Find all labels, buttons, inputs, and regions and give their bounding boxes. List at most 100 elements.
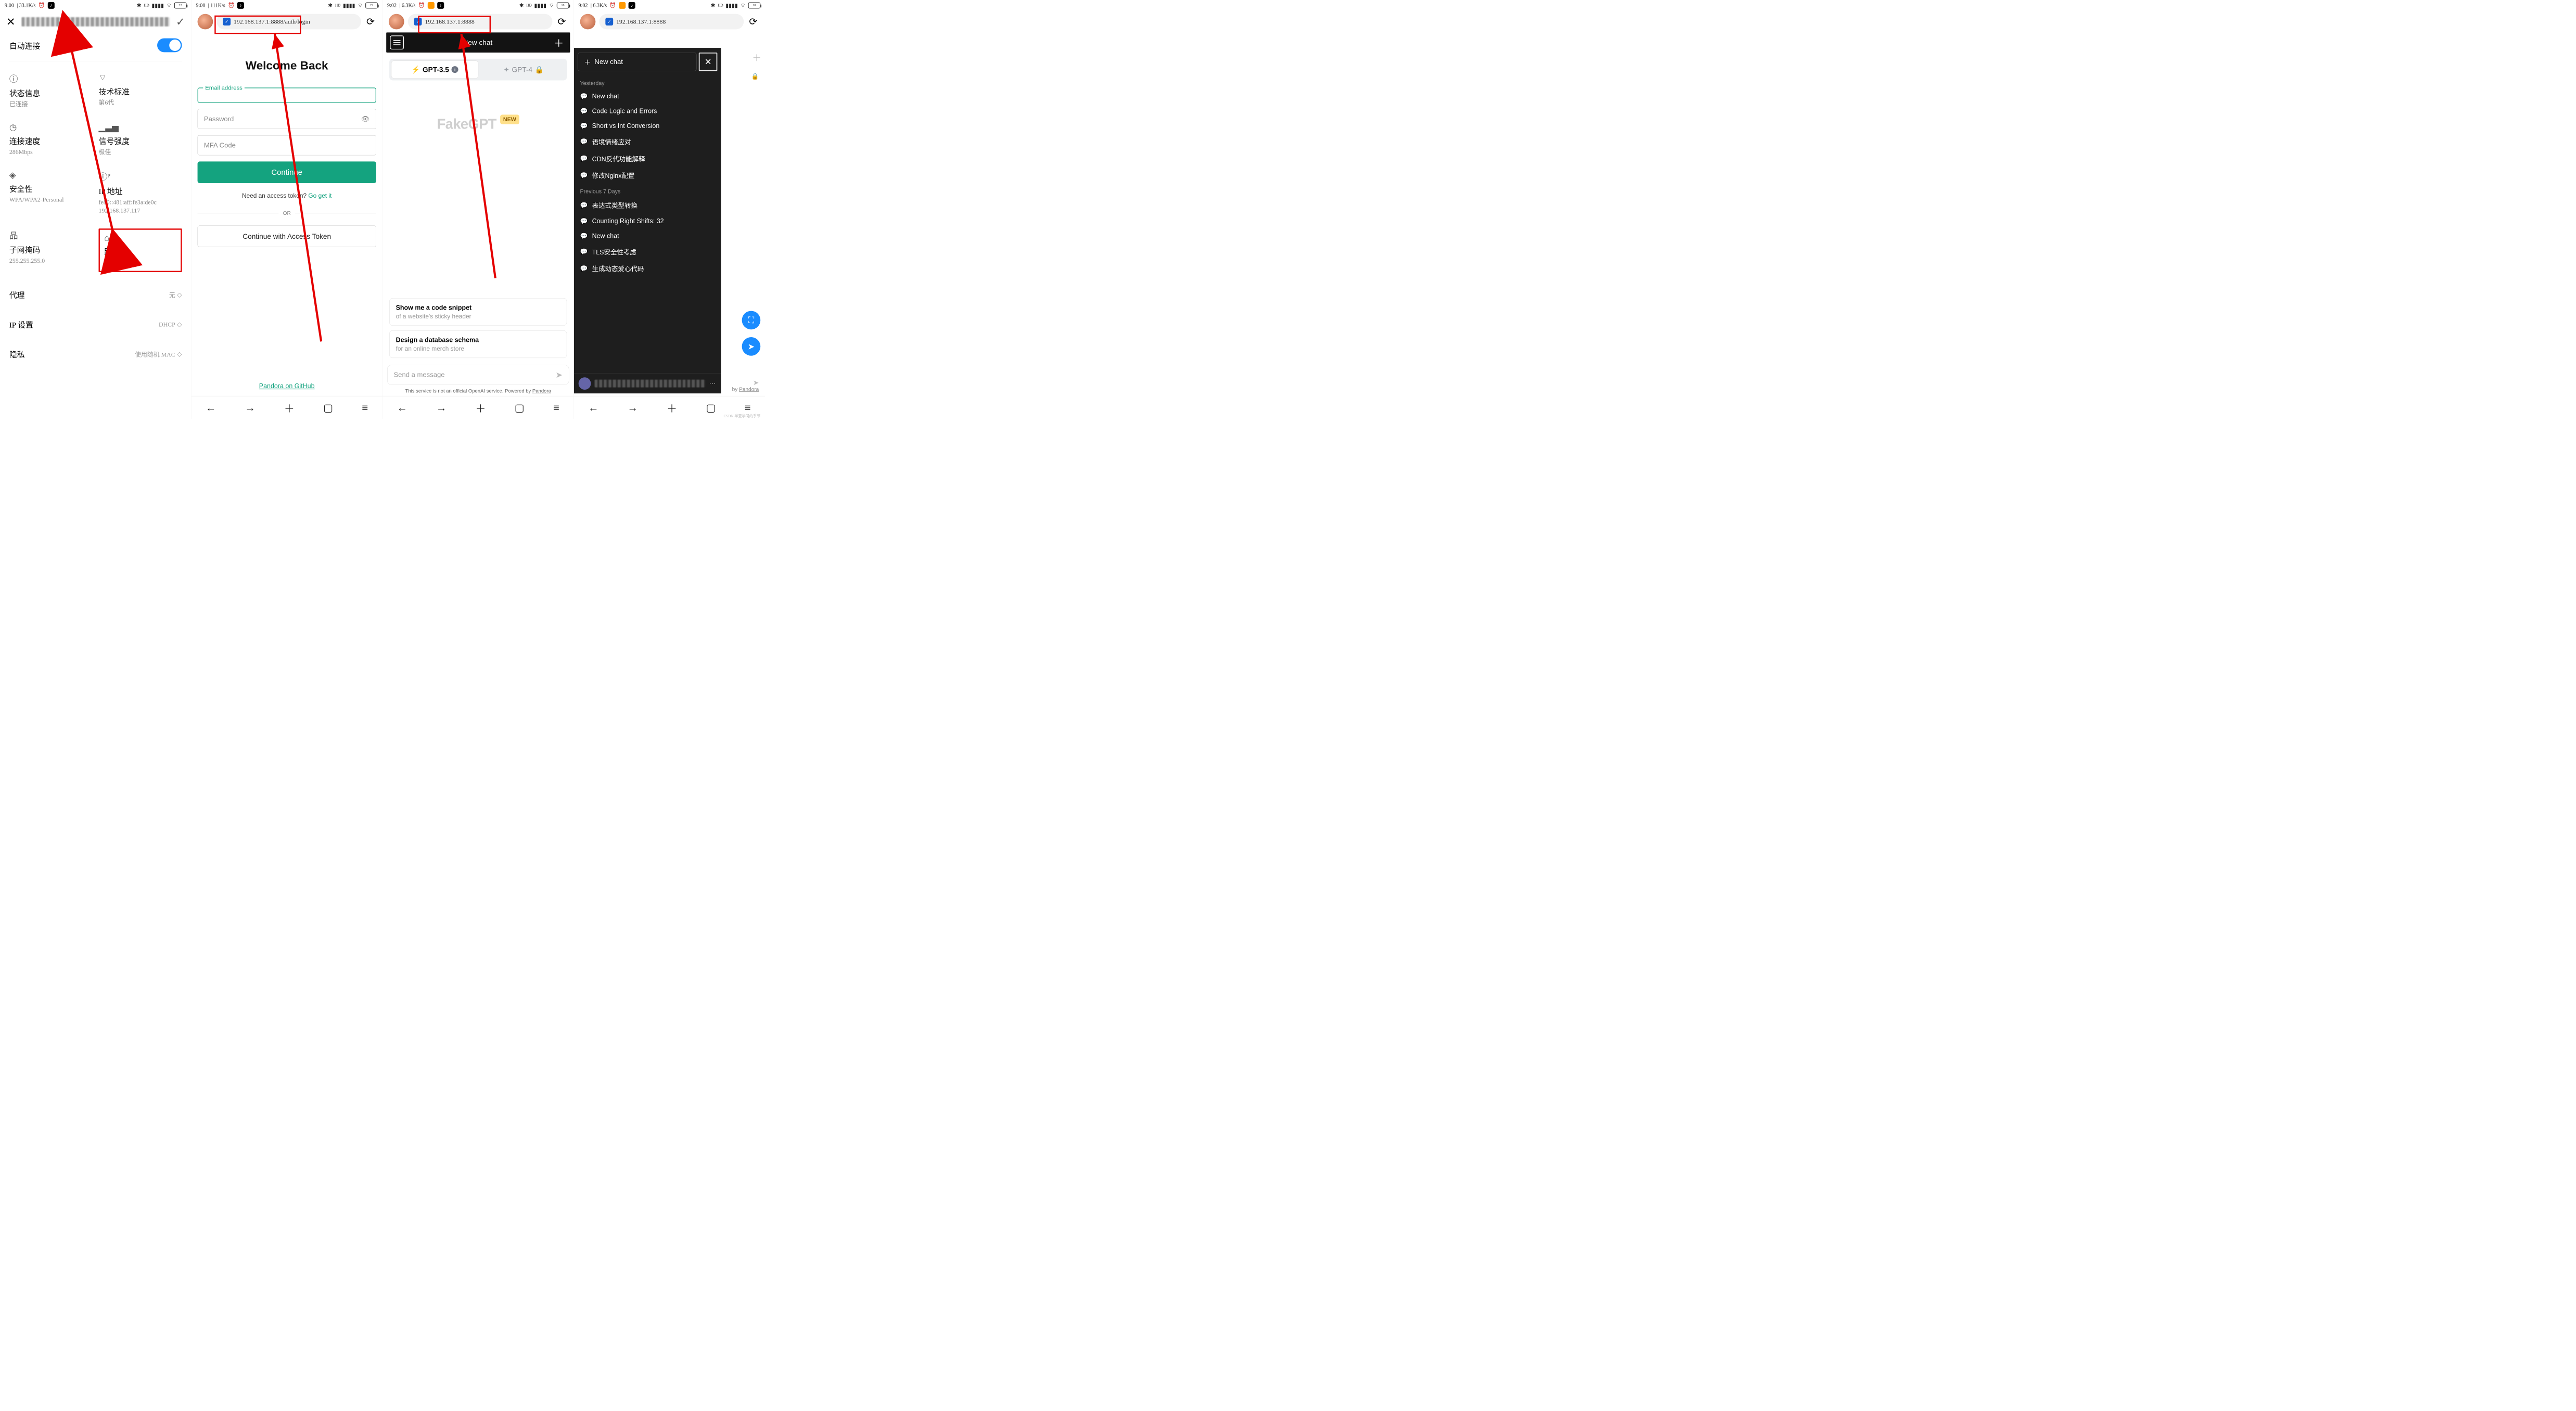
tile-router: ⌂ 路由器 192.168.137.1 xyxy=(99,228,182,272)
conversation-item[interactable]: 💬Counting Right Shifts: 32 xyxy=(574,213,721,228)
alarm-icon: ⏰ xyxy=(609,2,616,8)
reload-icon[interactable]: ⟳ xyxy=(365,16,376,27)
chat-bubble-icon: 💬 xyxy=(580,122,588,130)
conversation-item[interactable]: 💬New chat xyxy=(574,88,721,104)
expand-icon: ◇ xyxy=(177,350,182,357)
app-icon xyxy=(619,2,626,9)
tile-signal: ▁▃▅ 信号强度 极佳 xyxy=(99,122,182,156)
more-icon[interactable]: ⋯ xyxy=(709,380,716,388)
info-icon: i xyxy=(452,66,458,73)
nav-newtab-icon[interactable]: ＋ xyxy=(667,400,677,415)
model-gpt4[interactable]: ✦ GPT-4 🔒 xyxy=(480,59,567,81)
nav-tabs-icon[interactable]: ▢ xyxy=(706,402,716,414)
row-proxy[interactable]: 代理 无◇ xyxy=(0,280,191,310)
pandora-link[interactable]: Pandora xyxy=(532,388,551,394)
message-input[interactable]: Send a message ➤ xyxy=(387,365,569,385)
mfa-field[interactable]: MFA Code xyxy=(197,135,376,156)
nav-menu-icon[interactable]: ≡ xyxy=(553,402,559,414)
nav-tabs-icon[interactable]: ▢ xyxy=(323,402,333,414)
chat-title: New chat xyxy=(407,39,547,47)
row-privacy[interactable]: 隐私 使用随机 MAC◇ xyxy=(0,339,191,369)
nav-forward-icon[interactable]: → xyxy=(436,402,447,414)
nav-tabs-icon[interactable]: ▢ xyxy=(515,402,525,414)
auto-connect-toggle[interactable] xyxy=(157,39,182,53)
confirm-check-icon[interactable]: ✓ xyxy=(176,16,185,28)
email-field[interactable]: Email address xyxy=(197,87,376,102)
bluetooth-icon: ✱ xyxy=(711,2,716,8)
access-token-button[interactable]: Continue with Access Token xyxy=(197,225,376,247)
new-chat-button[interactable]: ＋ New chat xyxy=(578,53,697,71)
bluetooth-icon: ✱ xyxy=(328,2,333,8)
page-title: Welcome Back xyxy=(246,59,328,72)
cell-signal-icon: ▮▮▮▮ xyxy=(343,2,355,8)
underlay-send-icon: ➤ xyxy=(753,378,759,387)
tile-standard: ⌔ 技术标准 第6代 xyxy=(99,72,182,108)
alarm-icon: ⏰ xyxy=(418,2,425,8)
conversation-item[interactable]: 💬New chat xyxy=(574,228,721,243)
status-time: 9:02 xyxy=(387,3,397,8)
router-icon: ⌂ xyxy=(104,233,176,243)
page-header: ✕ ✓ xyxy=(0,11,191,33)
url-bar[interactable]: ✓ 192.168.137.1:8888 xyxy=(599,14,744,30)
battery-icon: 18 xyxy=(557,2,569,8)
status-bar: 9:00 | 33.1K/s ⏰ ♪ ✱ HD ▮▮▮▮ ⌔ 22 xyxy=(0,0,191,11)
need-token-text: Need an access token? Go get it xyxy=(242,193,331,199)
chat-topbar: New chat ＋ xyxy=(386,32,570,53)
conversation-item[interactable]: 💬修改Nginx配置 xyxy=(574,167,721,184)
conversation-item[interactable]: 💬Short vs Int Conversion xyxy=(574,119,721,134)
conversation-item[interactable]: 💬表达式类型转换 xyxy=(574,197,721,213)
pandora-link[interactable]: Pandora xyxy=(739,387,759,392)
brand: FakeGPT NEW xyxy=(382,86,573,298)
conversation-item[interactable]: 💬TLS安全性考虑 xyxy=(574,243,721,260)
fab-send[interactable]: ➤ xyxy=(742,337,761,356)
conversation-item[interactable]: 💬语境情绪应对 xyxy=(574,133,721,150)
profile-avatar[interactable] xyxy=(389,14,404,30)
conversation-item[interactable]: 💬生成动态爱心代码 xyxy=(574,260,721,277)
conversation-item[interactable]: 💬Code Logic and Errors xyxy=(574,104,721,119)
hd-icon: HD xyxy=(527,3,532,7)
nav-newtab-icon[interactable]: ＋ xyxy=(284,400,295,415)
status-netspeed: | 6.3K/s xyxy=(399,3,415,8)
screen-login: 9:00 | 111K/s ⏰ ♪ ✱ HD ▮▮▮▮ ⌔ 22 ✓ 192.1… xyxy=(192,0,383,419)
eye-icon[interactable]: 👁 xyxy=(361,115,370,123)
wifi-ssid-blurred xyxy=(21,17,170,27)
github-link[interactable]: Pandora on GitHub xyxy=(192,382,382,390)
nav-back-icon[interactable]: ← xyxy=(397,402,407,414)
reload-icon[interactable]: ⟳ xyxy=(747,16,759,27)
reload-icon[interactable]: ⟳ xyxy=(556,16,568,27)
conversation-item[interactable]: 💬CDN反代功能解释 xyxy=(574,150,721,166)
profile-avatar[interactable] xyxy=(197,14,213,30)
profile-avatar[interactable] xyxy=(580,14,595,30)
shield-icon: ◈ xyxy=(9,170,93,180)
model-gpt35[interactable]: ⚡ GPT-3.5 i xyxy=(391,60,479,78)
tiktok-icon: ♪ xyxy=(48,2,55,9)
tile-ip: ⓘᴾ IP 地址 fe80::481:aff:fe3a:de0c 192.168… xyxy=(99,170,182,215)
go-get-it-link[interactable]: Go get it xyxy=(308,193,331,199)
suggestion-2[interactable]: Design a database schema for an online m… xyxy=(389,330,567,358)
section-prev7: Previous 7 Days xyxy=(574,184,721,197)
subnet-icon: 品 xyxy=(9,228,93,241)
drawer-account[interactable]: ⋯ xyxy=(574,374,721,394)
tile-status: ⓘ 状态信息 已连接 xyxy=(9,72,93,108)
nav-menu-icon[interactable]: ≡ xyxy=(745,402,751,414)
chat-bubble-icon: 💬 xyxy=(580,265,588,272)
row-ipset[interactable]: IP 设置 DHCP◇ xyxy=(0,310,191,339)
address-bar-row: ✓ 192.168.137.1:8888 ⟳ xyxy=(574,11,766,33)
nav-forward-icon[interactable]: → xyxy=(628,402,638,414)
password-field[interactable]: Password 👁 xyxy=(197,109,376,129)
suggestion-1[interactable]: Show me a code snippet of a website's st… xyxy=(389,298,567,326)
send-icon[interactable]: ➤ xyxy=(555,370,562,380)
fab-scan[interactable]: ⛶ xyxy=(742,311,761,330)
ip-icon: ⓘᴾ xyxy=(99,170,182,183)
nav-newtab-icon[interactable]: ＋ xyxy=(475,400,486,415)
close-icon[interactable]: ✕ xyxy=(6,16,15,28)
nav-back-icon[interactable]: ← xyxy=(588,402,598,414)
nav-back-icon[interactable]: ← xyxy=(206,402,216,414)
continue-button[interactable]: Continue xyxy=(197,161,376,183)
close-sidebar-button[interactable]: ✕ xyxy=(699,53,718,71)
nav-forward-icon[interactable]: → xyxy=(245,402,255,414)
hamburger-icon[interactable] xyxy=(390,35,404,49)
chat-bubble-icon: 💬 xyxy=(580,155,588,162)
nav-menu-icon[interactable]: ≡ xyxy=(362,402,368,414)
new-chat-plus-icon[interactable]: ＋ xyxy=(547,35,570,49)
